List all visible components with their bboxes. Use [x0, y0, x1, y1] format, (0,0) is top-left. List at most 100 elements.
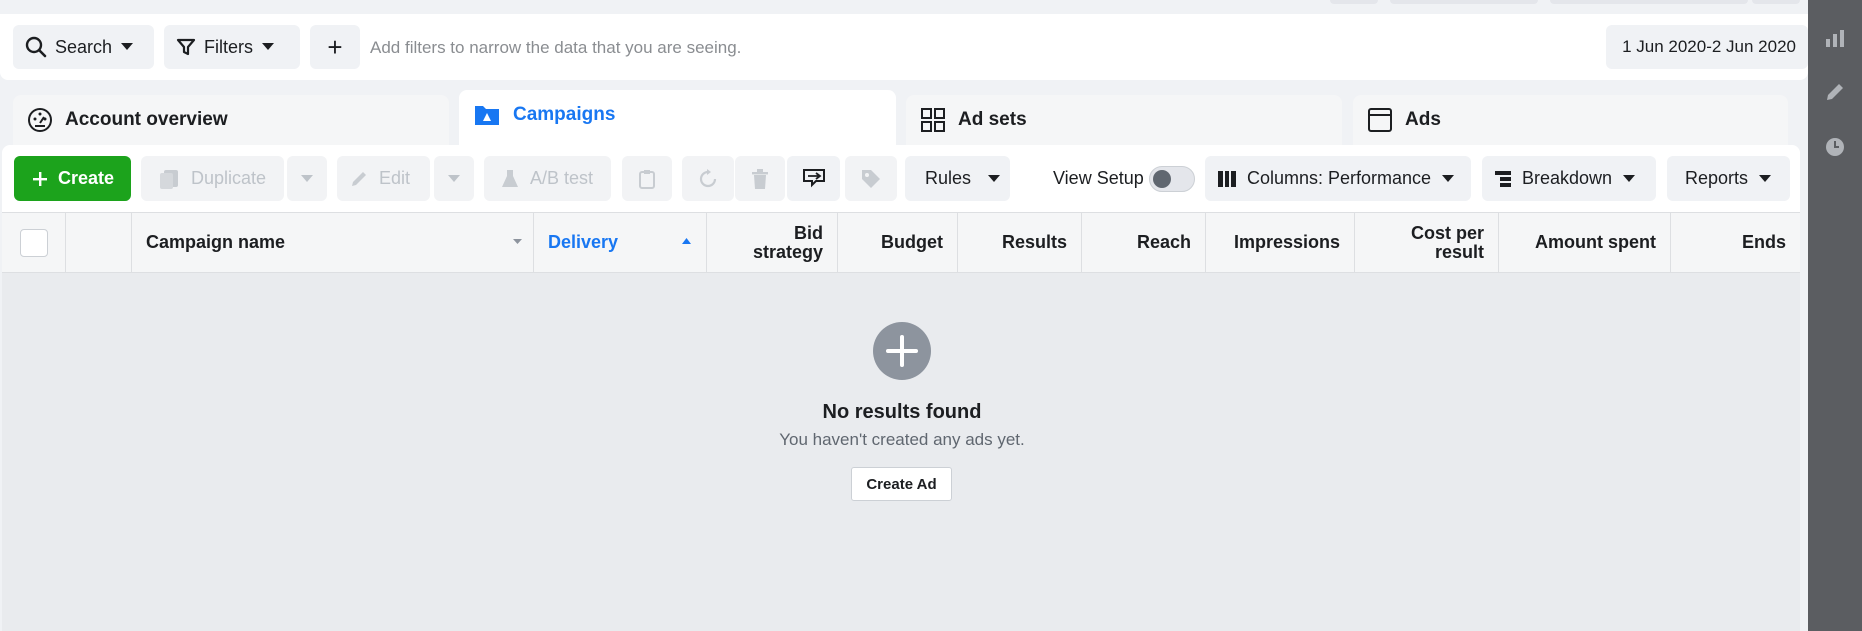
columns-icon	[1217, 170, 1237, 188]
search-button[interactable]: Search	[13, 25, 154, 69]
column-header-label: Delivery	[548, 232, 619, 252]
plus-circle-icon	[873, 322, 931, 380]
add-filter-button[interactable]: +	[310, 25, 360, 69]
right-rail	[1808, 0, 1862, 631]
sort-ascending-icon	[681, 237, 692, 245]
top-ghost-button[interactable]	[1330, 0, 1378, 4]
edit-button[interactable]: Edit	[337, 156, 430, 201]
caret-down-icon	[1622, 174, 1636, 184]
rules-button[interactable]: Rules	[905, 156, 1010, 201]
tab-campaigns[interactable]: Campaigns	[459, 90, 896, 150]
column-header-bid-strategy[interactable]: Bid strategy	[707, 213, 838, 272]
column-header-ends[interactable]: Ends	[1671, 213, 1800, 272]
date-range-button[interactable]: 1 Jun 2020-2 Jun 2020	[1606, 25, 1808, 69]
tab-ad-sets[interactable]: Ad sets	[906, 95, 1342, 145]
bar-chart-icon[interactable]	[1824, 27, 1846, 49]
column-header-reach[interactable]: Reach	[1082, 213, 1206, 272]
column-header-budget[interactable]: Budget	[838, 213, 958, 272]
pencil-icon[interactable]	[1824, 81, 1846, 103]
duplicate-dropdown[interactable]	[287, 156, 327, 201]
top-ghost-button[interactable]	[1550, 0, 1748, 4]
column-header-results[interactable]: Results	[958, 213, 1082, 272]
refresh-button[interactable]	[682, 156, 734, 201]
ab-test-label: A/B test	[530, 168, 594, 188]
filter-hint: Add filters to narrow the data that you …	[370, 38, 742, 57]
column-header-impressions[interactable]: Impressions	[1206, 213, 1355, 272]
tag-button[interactable]	[845, 156, 897, 201]
duplicate-button[interactable]: Duplicate	[141, 156, 284, 201]
column-header-label: Reach	[1136, 232, 1191, 252]
flask-icon	[500, 168, 520, 190]
filters-label: Filters	[204, 36, 253, 57]
exchange-icon	[802, 168, 826, 190]
select-all-checkbox[interactable]	[19, 228, 48, 257]
plus-icon	[32, 171, 48, 187]
clipboard-button[interactable]	[622, 156, 672, 201]
tag-icon	[860, 168, 882, 190]
tab-label: Campaigns	[513, 104, 616, 125]
table-header: Campaign name Delivery Bid strategy Budg…	[2, 212, 1800, 273]
tab-label: Account overview	[65, 109, 228, 130]
caret-down-icon	[447, 174, 461, 184]
column-header-label: Budget	[881, 232, 943, 252]
plus-icon: +	[327, 31, 343, 62]
caret-down-icon	[120, 42, 134, 52]
columns-button[interactable]: Columns: Performance	[1205, 156, 1471, 201]
column-header-label: Cost per result	[1410, 222, 1484, 262]
clock-icon[interactable]	[1824, 136, 1846, 158]
breakdown-button[interactable]: Breakdown	[1482, 156, 1656, 201]
grid-icon	[920, 107, 946, 133]
gauge-icon	[27, 107, 53, 133]
filters-button[interactable]: Filters	[164, 25, 300, 69]
toggle-knob	[1153, 170, 1171, 188]
duplicate-icon	[157, 167, 181, 191]
tab-label: Ad sets	[958, 109, 1027, 130]
top-ghost-button[interactable]	[1752, 0, 1800, 4]
rules-label: Rules	[925, 168, 972, 188]
create-label: Create	[58, 168, 115, 188]
top-ghost-button[interactable]	[1390, 0, 1538, 4]
filter-bar: Search Filters + Add filters to narrow t…	[0, 14, 1808, 80]
column-header-cost-per-result[interactable]: Cost per result	[1355, 213, 1499, 272]
caret-down-icon	[261, 42, 275, 52]
filter-icon	[176, 37, 196, 57]
toggle-column-header	[66, 213, 132, 272]
reports-button[interactable]: Reports	[1667, 156, 1790, 201]
folder-icon	[473, 102, 501, 128]
duplicate-label: Duplicate	[191, 168, 267, 188]
reports-label: Reports	[1685, 168, 1749, 188]
trash-icon	[750, 168, 770, 190]
column-header-label: Impressions	[1233, 232, 1340, 252]
caret-down-icon	[987, 174, 1001, 184]
column-header-delivery[interactable]: Delivery	[534, 213, 707, 272]
top-strip	[0, 0, 1808, 14]
column-header-amount-spent[interactable]: Amount spent	[1499, 213, 1671, 272]
empty-state-subtitle: You haven't created any ads yet.	[779, 430, 1025, 449]
view-setup-label: View Setup	[1053, 168, 1144, 188]
clipboard-icon	[638, 168, 656, 190]
caret-down-icon	[1441, 174, 1455, 184]
breakdown-icon	[1494, 170, 1512, 188]
bulk-edit-button[interactable]	[787, 156, 840, 201]
column-header-label: Amount spent	[1535, 232, 1656, 252]
column-header-label: Campaign name	[146, 232, 286, 252]
search-icon	[25, 36, 47, 58]
delete-button[interactable]	[735, 156, 785, 201]
ab-test-button[interactable]: A/B test	[484, 156, 611, 201]
caret-down-icon	[512, 238, 523, 246]
refresh-icon	[697, 168, 719, 190]
tab-ads[interactable]: Ads	[1353, 95, 1788, 145]
pencil-icon	[349, 169, 369, 189]
tab-account-overview[interactable]: Account overview	[13, 95, 449, 145]
caret-down-icon	[300, 174, 314, 184]
column-header-campaign-name[interactable]: Campaign name	[132, 213, 534, 272]
caret-down-icon	[1758, 174, 1772, 184]
view-setup-toggle[interactable]	[1149, 166, 1195, 192]
columns-label: Columns: Performance	[1247, 168, 1432, 188]
select-all-cell	[2, 213, 66, 272]
window-icon	[1367, 107, 1393, 133]
create-button[interactable]: Create	[14, 156, 131, 201]
search-label: Search	[55, 36, 113, 57]
create-ad-button[interactable]: Create Ad	[851, 467, 952, 501]
edit-dropdown[interactable]	[434, 156, 474, 201]
